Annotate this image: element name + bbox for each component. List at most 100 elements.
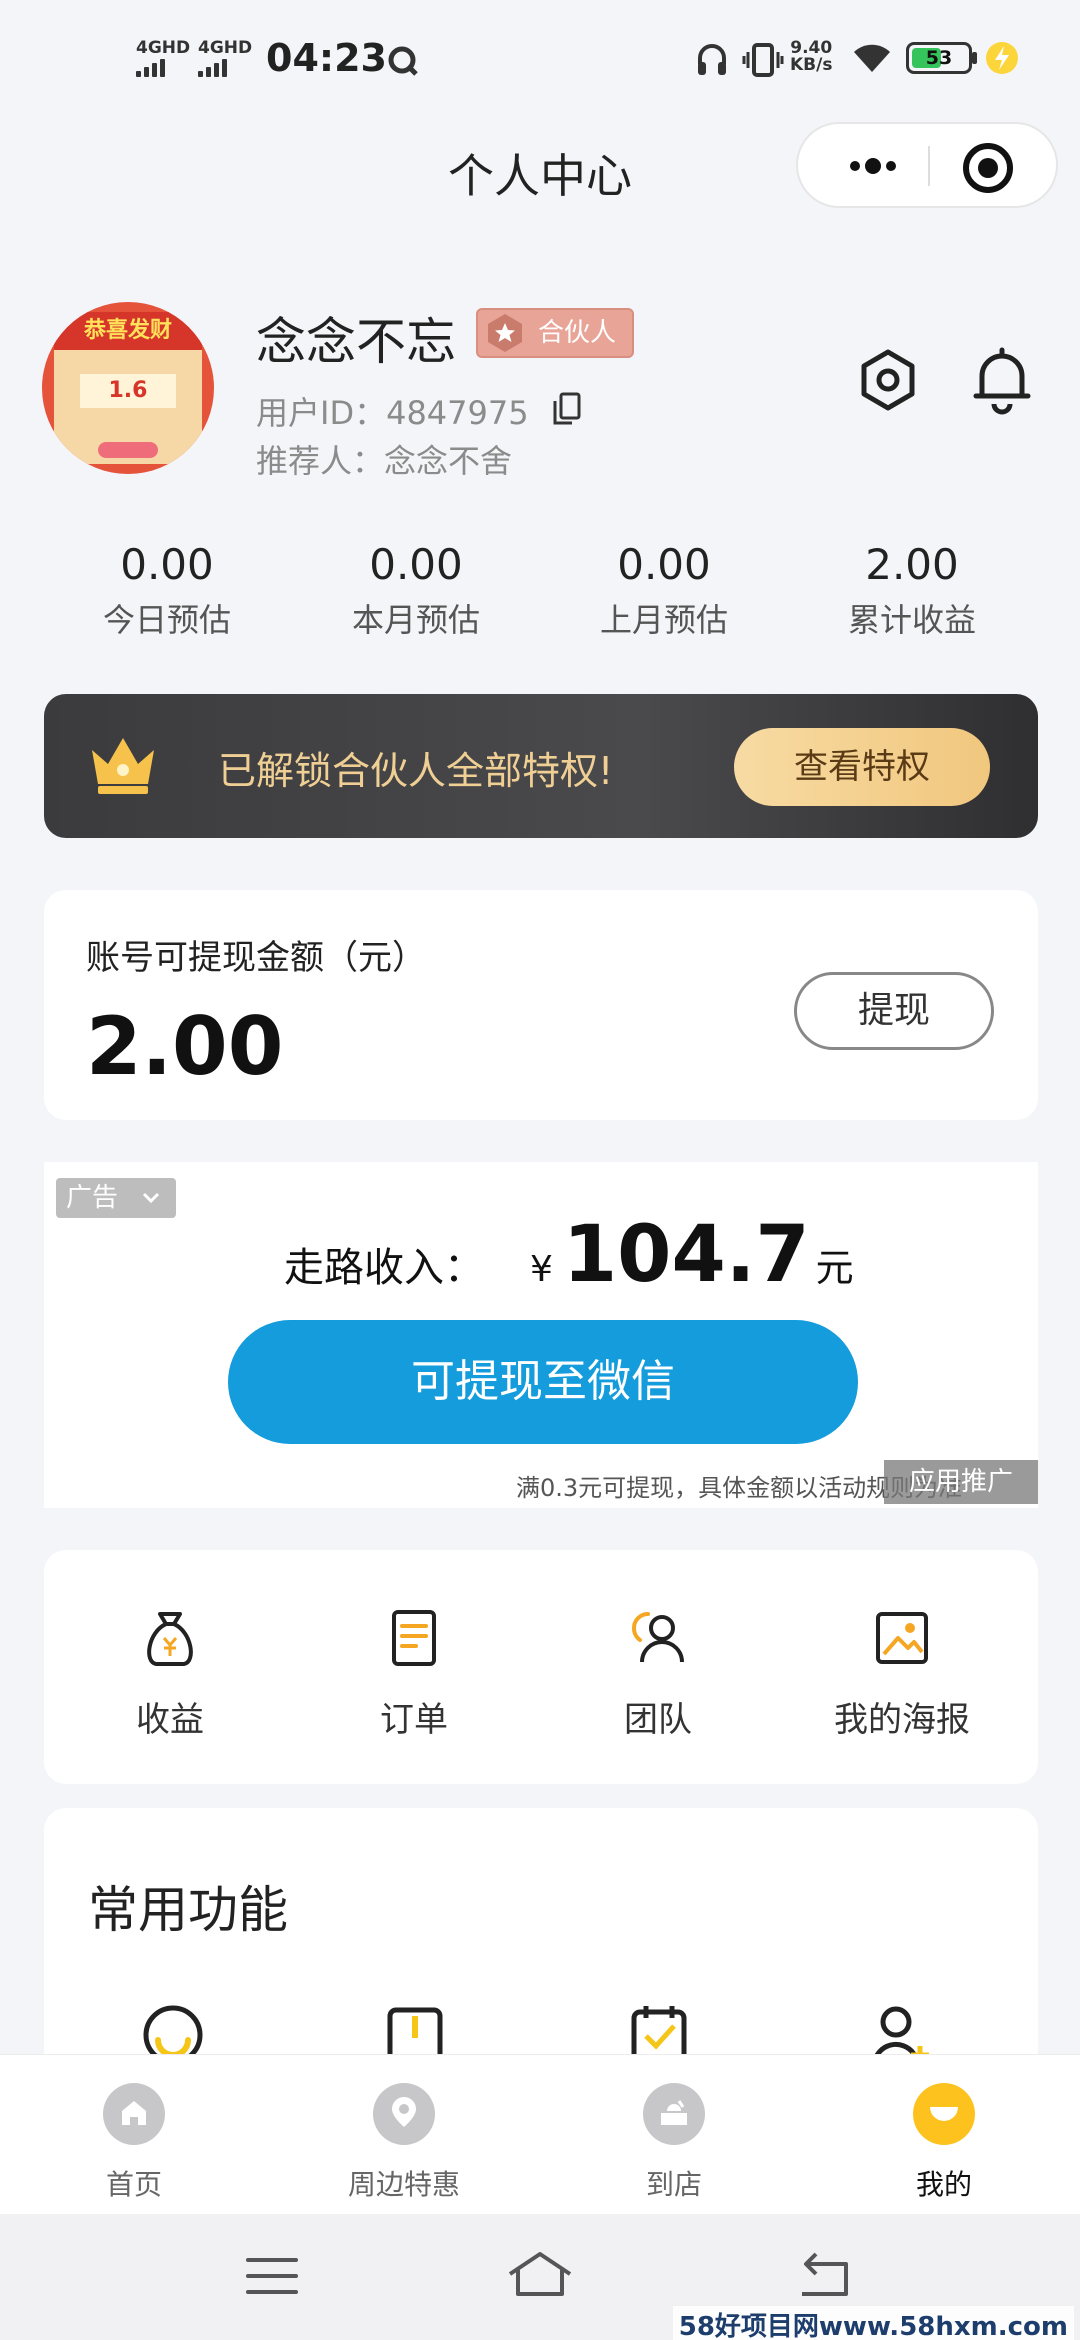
more-dots-icon <box>850 158 896 174</box>
vibrate-icon <box>742 43 784 77</box>
avatar[interactable]: 恭喜发财 1.6 <box>42 302 214 474</box>
nav-home[interactable]: 首页 <box>34 2083 234 2203</box>
close-mini-program-button[interactable] <box>958 138 1018 198</box>
withdraw-button[interactable]: 提现 <box>794 972 994 1050</box>
watermark: 58好项目网www.58hxm.com <box>672 2306 1074 2340</box>
stat-today[interactable]: 0.00 今日预估 <box>42 540 292 641</box>
star-badge-icon <box>488 314 522 352</box>
privilege-text: 已解锁合伙人全部特权! <box>218 749 614 793</box>
nav-to-store[interactable]: 到店 <box>574 2083 774 2203</box>
signal-1-label: 4GHD <box>136 38 191 58</box>
target-close-icon <box>963 143 1013 193</box>
ad-tag-label: 广告 <box>66 1183 119 1213</box>
home-button-icon[interactable] <box>504 2248 576 2300</box>
stat-value: 0.00 <box>617 540 711 589</box>
ad-card[interactable]: 广告 走路收入： ¥ 104.7 元 可提现至微信 满0.3元可提现，具体金额以… <box>44 1162 1038 1508</box>
ad-walk-unit: 元 <box>815 1246 854 1290</box>
username: 念念不忘 <box>256 313 456 371</box>
ad-currency: ¥ <box>530 1249 553 1290</box>
quick-label: 团队 <box>624 1700 692 1740</box>
poster-icon <box>876 1612 928 1664</box>
headphones-icon <box>698 44 726 75</box>
more-button[interactable] <box>828 144 918 188</box>
partner-badge: 合伙人 <box>476 308 634 358</box>
ad-walk-value: 104.7 <box>562 1210 810 1300</box>
net-speed: 9.40 KB/s <box>790 40 832 74</box>
settings-icon[interactable] <box>856 348 920 412</box>
clock: 04:23 <box>266 36 387 80</box>
app-notification-icon <box>388 46 418 76</box>
signal-2-label: 4GHD <box>198 38 253 58</box>
battery-tip <box>972 52 977 64</box>
quick-my-poster[interactable]: 我的海报 <box>802 1606 1002 1741</box>
stat-label: 上月预估 <box>599 601 728 639</box>
stat-label: 今日预估 <box>102 601 231 639</box>
stat-value: 0.00 <box>120 540 214 589</box>
quick-label: 订单 <box>380 1700 448 1740</box>
nav-label: 周边特惠 <box>347 2168 460 2201</box>
profile-smile-icon <box>913 2083 975 2145</box>
copy-icon[interactable] <box>552 392 582 426</box>
charging-icon <box>986 42 1018 74</box>
net-speed-unit: KB/s <box>790 55 833 75</box>
status-bar: 4GHD 4GHD 04:23 9.40 KB/s 53 <box>0 0 1080 120</box>
money-bag-icon <box>147 1612 193 1666</box>
stat-total[interactable]: 2.00 累计收益 <box>787 540 1037 641</box>
partner-badge-label: 合伙人 <box>538 318 617 348</box>
avatar-image-value: 1.6 <box>80 374 176 408</box>
store-icon <box>643 2083 705 2145</box>
withdraw-amount: 2.00 <box>86 1000 284 1093</box>
stat-this-month[interactable]: 0.00 本月预估 <box>291 540 541 641</box>
stat-value: 0.00 <box>369 540 463 589</box>
withdraw-card: 账号可提现金额（元） 2.00 提现 <box>44 890 1038 1120</box>
quick-earnings[interactable]: 收益 <box>70 1606 270 1741</box>
ad-recommend-label: 应用推广 <box>884 1460 1038 1504</box>
stat-last-month[interactable]: 0.00 上月预估 <box>539 540 789 641</box>
stat-label: 累计收益 <box>847 601 976 639</box>
ad-tag[interactable]: 广告 <box>56 1178 176 1218</box>
home-icon <box>103 2083 165 2145</box>
menu-icon[interactable] <box>244 2254 300 2298</box>
avatar-image: 恭喜发财 1.6 <box>54 312 202 464</box>
avatar-image-title: 恭喜发财 <box>54 312 202 350</box>
nav-mine[interactable]: 我的 <box>844 2083 1044 2203</box>
ad-walk-label: 走路收入： <box>284 1245 484 1291</box>
chevron-down-icon <box>142 1192 160 1204</box>
battery-icon: 53 <box>906 42 972 74</box>
view-privilege-button[interactable]: 查看特权 <box>734 728 990 806</box>
crown-icon <box>92 738 154 794</box>
bell-icon[interactable] <box>970 346 1034 416</box>
stat-label: 本月预估 <box>351 601 480 639</box>
ad-walk-income: 走路收入： ¥ 104.7 元 <box>284 1210 854 1300</box>
order-icon <box>392 1610 436 1666</box>
user-id: 用户ID：4847975 <box>256 388 529 434</box>
nav-nearby-deals[interactable]: 周边特惠 <box>304 2083 504 2203</box>
signal-2: 4GHD <box>198 40 252 77</box>
quick-actions-card: 收益 订单 团队 我的海报 <box>44 1550 1038 1784</box>
signal-bars-icon <box>198 59 252 77</box>
battery-level: 53 <box>925 47 953 69</box>
nav-label: 首页 <box>105 2168 162 2201</box>
withdraw-label: 账号可提现金额（元） <box>86 938 426 978</box>
quick-label: 我的海报 <box>834 1700 970 1740</box>
signal-bars-icon <box>136 59 190 77</box>
common-functions-title: 常用功能 <box>88 1881 288 1939</box>
nav-label: 我的 <box>915 2168 972 2201</box>
withdraw-to-wechat-button[interactable]: 可提现至微信 <box>228 1320 858 1444</box>
privilege-banner: 已解锁合伙人全部特权! 查看特权 <box>44 694 1038 838</box>
referrer: 推荐人：念念不舍 <box>256 442 513 480</box>
stat-value: 2.00 <box>865 540 959 589</box>
back-icon[interactable] <box>794 2250 854 2300</box>
location-icon <box>373 2083 435 2145</box>
quick-orders[interactable]: 订单 <box>314 1606 514 1741</box>
quick-label: 收益 <box>136 1700 204 1740</box>
nav-label: 到店 <box>645 2168 702 2201</box>
signal-1: 4GHD <box>136 40 190 77</box>
wifi-icon <box>854 44 890 72</box>
bottom-nav: 首页 周边特惠 到店 我的 <box>0 2054 1080 2214</box>
mini-program-capsule <box>796 122 1058 208</box>
avatar-image-button <box>98 442 158 458</box>
quick-team[interactable]: 团队 <box>558 1606 758 1741</box>
capsule-divider <box>928 146 930 186</box>
team-icon <box>632 1612 684 1663</box>
